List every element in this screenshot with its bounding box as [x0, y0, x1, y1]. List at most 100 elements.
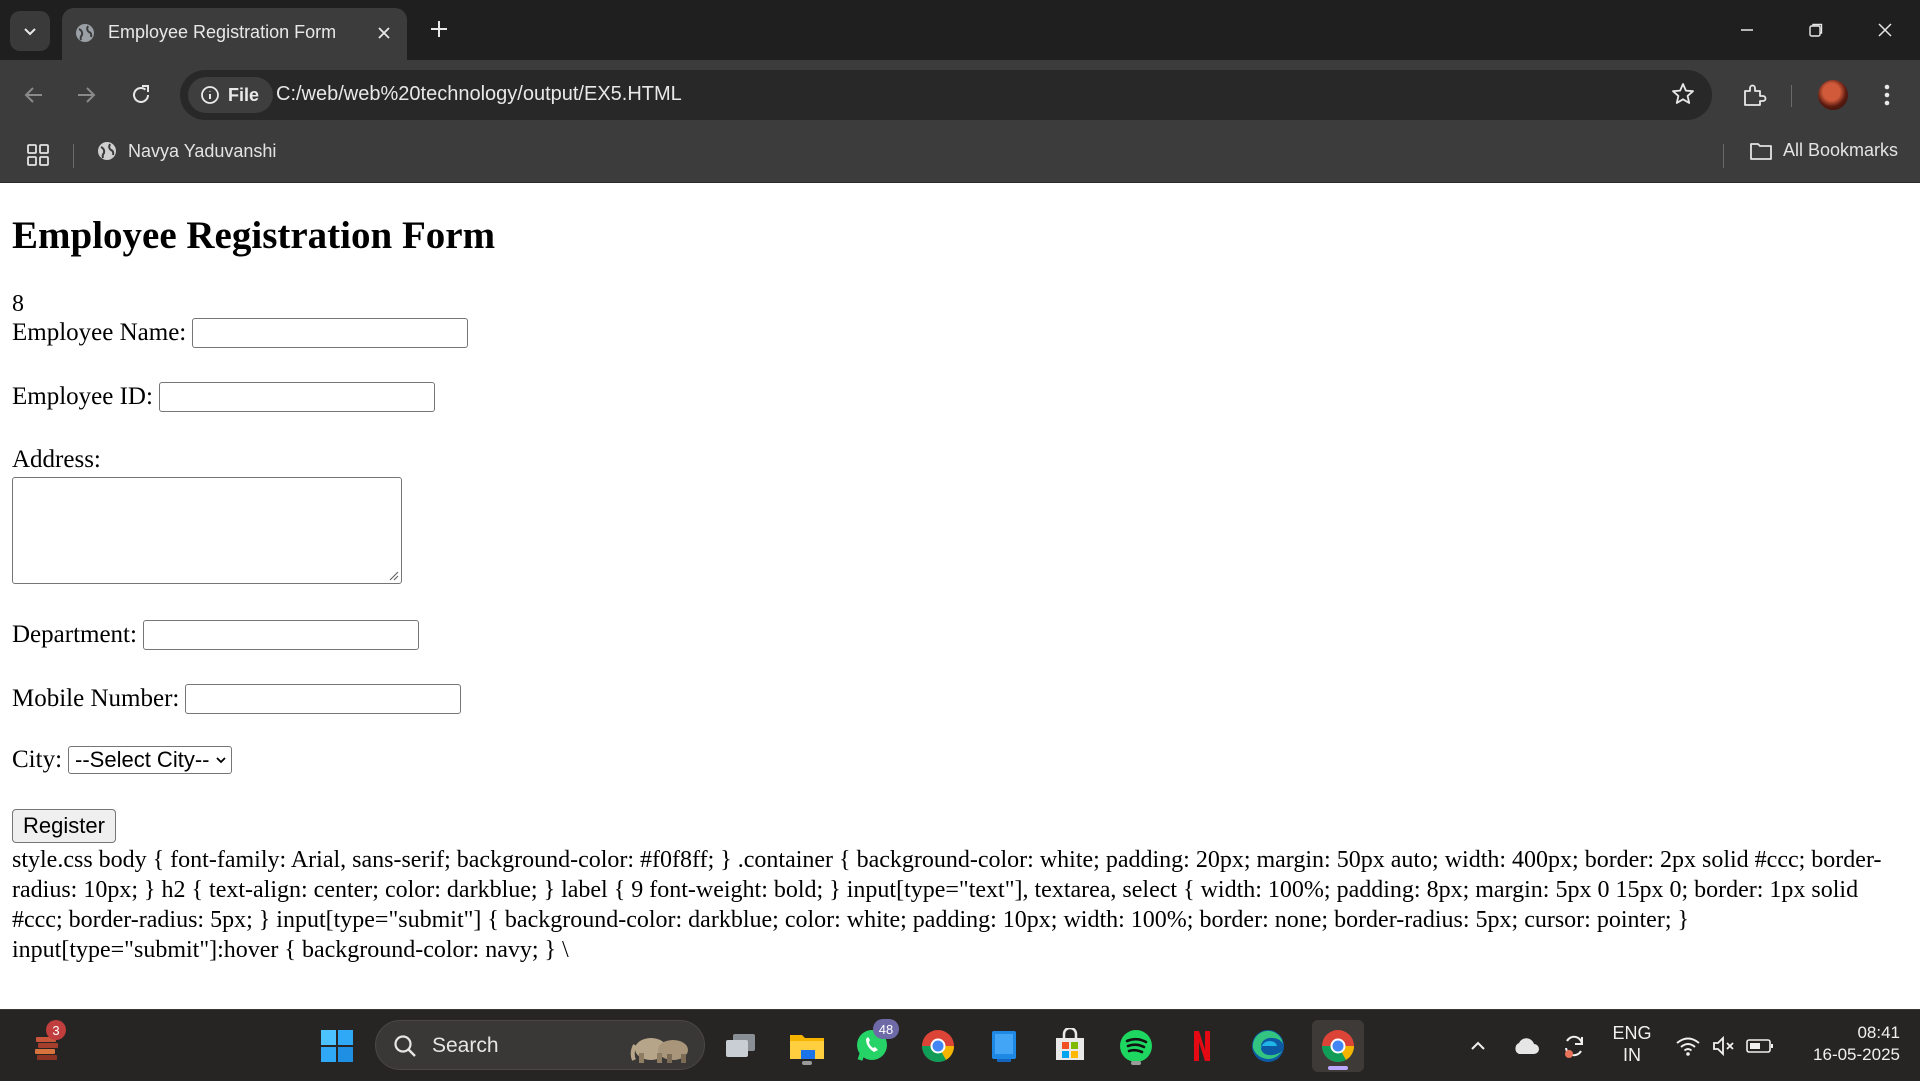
all-bookmarks-label: All Bookmarks	[1782, 140, 1898, 160]
search-label: Search	[432, 1034, 499, 1057]
employee-id-label: Employee ID:	[12, 383, 153, 410]
apps-icon	[27, 144, 49, 166]
language-indicator[interactable]: ENG IN	[1604, 1022, 1660, 1066]
address-bar[interactable]: File C:/web/web%20technology/output/EX5.…	[180, 70, 1712, 120]
elephant-highlight-icon	[630, 1038, 688, 1063]
start-button[interactable]	[314, 1023, 360, 1069]
notification-badge: 3	[46, 1020, 66, 1040]
tab-title: Employee Registration Form	[108, 22, 337, 42]
apps-button[interactable]	[26, 143, 50, 172]
browser-menu-button[interactable]	[1867, 75, 1907, 115]
tablet-icon	[992, 1031, 1016, 1062]
language-label: ENG	[1612, 1023, 1652, 1043]
star-icon	[1672, 83, 1694, 104]
battery-icon	[1746, 1039, 1773, 1053]
folder-icon	[790, 1035, 824, 1059]
chrome-button[interactable]	[915, 1023, 961, 1069]
city-selected-value: --Select City--	[75, 747, 210, 772]
spotify-button[interactable]	[1113, 1023, 1159, 1069]
chrome-active-button[interactable]	[1312, 1020, 1364, 1072]
globe-icon	[98, 142, 116, 160]
bookmarks-divider	[73, 144, 74, 168]
restore-button[interactable]	[1794, 10, 1838, 50]
tab-employee-registration[interactable]: Employee Registration Form	[62, 8, 407, 60]
reload-button[interactable]	[121, 75, 161, 115]
employee-id-row: Employee ID:	[12, 382, 435, 412]
show-hidden-icons-button[interactable]	[1456, 1023, 1500, 1069]
employee-name-input[interactable]	[192, 318, 469, 348]
restore-icon	[1809, 23, 1823, 37]
bookmark-label: Navya Yaduvanshi	[128, 140, 277, 161]
page-content: Employee Registration Form 8 Employee Na…	[0, 183, 1920, 1009]
employee-id-input[interactable]	[158, 382, 435, 412]
plus-icon	[431, 21, 447, 37]
chevron-down-icon	[24, 28, 36, 36]
city-label: City:	[12, 746, 63, 773]
site-info-chip[interactable]: File	[188, 77, 274, 113]
clock[interactable]: 08:41 16-05-2025	[1790, 1022, 1900, 1066]
register-button[interactable]: Register	[12, 809, 116, 843]
clock-date: 16-05-2025	[1813, 1045, 1900, 1064]
file-explorer-button[interactable]	[784, 1023, 830, 1069]
city-select[interactable]: --Select City--	[68, 746, 233, 774]
address-label: Address:	[12, 446, 101, 473]
stray-text: 8	[12, 291, 24, 317]
menu-icon	[1884, 84, 1890, 106]
whatsapp-button[interactable]: 48	[849, 1019, 899, 1069]
city-row: City: --Select City--	[12, 746, 233, 774]
whatsapp-badge: 48	[873, 1019, 899, 1039]
department-input[interactable]	[142, 620, 419, 650]
tab-close-button[interactable]	[371, 20, 397, 46]
minimize-icon	[1741, 29, 1753, 31]
battery-button[interactable]	[1740, 1023, 1780, 1069]
region-label: IN	[1623, 1045, 1641, 1065]
close-window-button[interactable]	[1863, 10, 1907, 50]
task-view-button[interactable]	[718, 1023, 764, 1069]
running-indicator	[1131, 1061, 1141, 1065]
microsoft-store-button[interactable]	[1047, 1023, 1093, 1069]
info-icon	[201, 86, 219, 104]
extensions-icon	[1744, 84, 1767, 106]
back-button[interactable]	[14, 75, 54, 115]
tablet-app-button[interactable]	[981, 1023, 1027, 1069]
forward-button[interactable]	[66, 75, 106, 115]
address-row: Address:	[12, 446, 107, 474]
extensions-button[interactable]	[1734, 75, 1774, 115]
mobile-input[interactable]	[185, 684, 462, 714]
active-indicator	[1328, 1066, 1348, 1070]
tab-list-button[interactable]	[10, 11, 50, 51]
onedrive-button[interactable]	[1504, 1023, 1548, 1069]
bookmarks-divider	[1723, 144, 1724, 168]
sync-button[interactable]	[1552, 1023, 1596, 1069]
mobile-label: Mobile Number:	[12, 685, 180, 712]
css-source-text: style.css body { font-family: Arial, san…	[12, 847, 1882, 963]
edge-button[interactable]	[1245, 1023, 1291, 1069]
all-bookmarks-button[interactable]: All Bookmarks	[1749, 140, 1898, 161]
globe-icon	[76, 24, 94, 42]
windows-icon	[321, 1030, 353, 1062]
wifi-button[interactable]	[1668, 1023, 1708, 1069]
browser-tab-strip: Employee Registration Form	[0, 0, 1920, 60]
cloud-icon	[1515, 1038, 1539, 1054]
department-label: Department:	[12, 621, 137, 648]
chrome-icon	[921, 1030, 955, 1063]
bookmark-navya[interactable]: Navya Yaduvanshi	[96, 140, 276, 162]
address-textarea[interactable]	[12, 477, 402, 584]
bookmarks-bar: Navya Yaduvanshi All Bookmarks	[0, 130, 1920, 183]
resize-handle-icon[interactable]	[387, 569, 399, 581]
profile-button[interactable]	[1813, 75, 1853, 115]
taskbar-search-box[interactable]: Search	[375, 1020, 705, 1070]
running-indicator	[802, 1061, 812, 1065]
widgets-button[interactable]: 3	[24, 1020, 70, 1069]
new-tab-button[interactable]	[424, 14, 454, 44]
volume-button[interactable]	[1704, 1023, 1744, 1069]
avatar	[1818, 80, 1848, 110]
wifi-icon	[1676, 1037, 1700, 1056]
url-text[interactable]: C:/web/web%20technology/output/EX5.HTML	[276, 83, 682, 106]
minimize-button[interactable]	[1725, 10, 1769, 50]
toolbar-divider	[1791, 85, 1792, 107]
employee-name-row: Employee Name:	[12, 318, 469, 348]
bookmark-star-button[interactable]	[1670, 81, 1696, 112]
employee-name-label: Employee Name:	[12, 319, 187, 346]
netflix-button[interactable]	[1179, 1023, 1225, 1069]
